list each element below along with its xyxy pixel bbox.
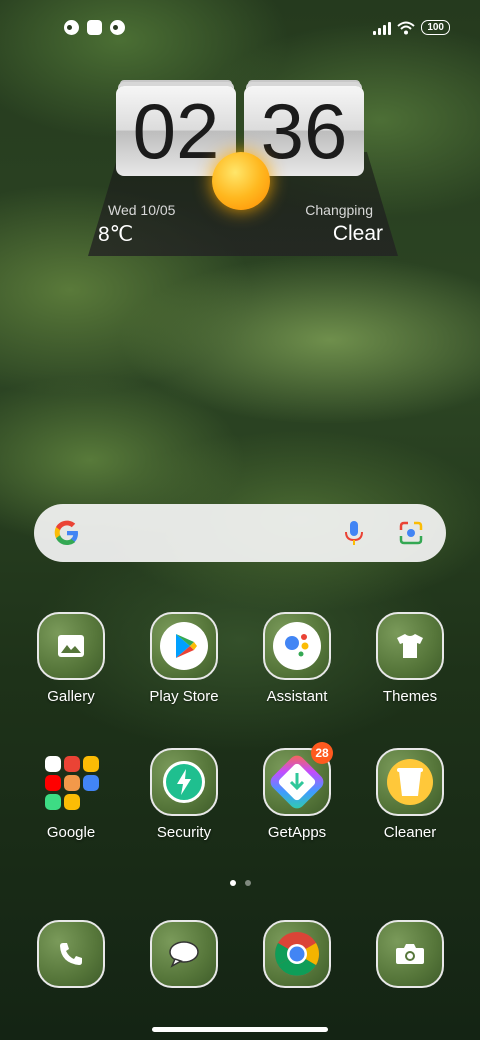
page-dot[interactable]	[244, 880, 251, 886]
tile	[376, 920, 444, 988]
tile	[263, 920, 331, 988]
mini-android-icon	[45, 794, 61, 810]
shield-bolt-icon	[163, 761, 205, 803]
mini-ytmusic-icon	[64, 775, 80, 791]
dock-chrome[interactable]	[247, 920, 347, 988]
mini-drive-icon	[83, 775, 99, 791]
tile	[37, 612, 105, 680]
dock-phone[interactable]	[21, 920, 121, 988]
battery-indicator: 100	[421, 20, 450, 35]
notification-app-icon	[64, 20, 79, 35]
tile	[37, 920, 105, 988]
tile	[150, 612, 218, 680]
clock-weather-widget[interactable]: 02 36 Wed 10/05 Changping 8℃ Clear	[88, 60, 398, 260]
app-label: Google	[46, 824, 96, 841]
widget-condition: Clear	[332, 222, 383, 245]
image-icon	[58, 635, 84, 657]
google-lens-icon[interactable]	[398, 520, 424, 546]
tile	[263, 612, 331, 680]
app-gallery[interactable]: Gallery	[21, 612, 121, 705]
microphone-icon[interactable]	[342, 519, 366, 547]
notification-icons	[64, 20, 125, 35]
app-label: Assistant	[266, 688, 328, 705]
app-themes[interactable]: Themes	[360, 612, 460, 705]
signal-icon	[373, 21, 392, 35]
google-search-bar[interactable]	[34, 504, 446, 562]
app-label: Gallery	[47, 688, 95, 705]
app-play-store[interactable]: Play Store	[134, 612, 234, 705]
down-arrow-icon	[289, 773, 305, 791]
system-icons: 100	[373, 20, 450, 35]
message-icon	[169, 941, 199, 968]
app-label: Themes	[382, 688, 438, 705]
page-indicator[interactable]	[0, 880, 480, 886]
cup-icon	[387, 759, 433, 805]
dock-camera[interactable]	[360, 920, 460, 988]
wifi-icon	[397, 21, 415, 34]
widget-date: Wed 10/05	[108, 202, 176, 218]
app-label: GetApps	[267, 824, 327, 841]
tile	[150, 748, 218, 816]
app-label: Cleaner	[383, 824, 437, 841]
app-label: Security	[156, 824, 212, 841]
mini-maps-icon	[83, 756, 99, 772]
assistant-icon	[273, 622, 321, 670]
tshirt-icon	[397, 634, 423, 658]
chrome-icon	[275, 932, 319, 976]
dock-messages[interactable]	[134, 920, 234, 988]
widget-temperature: 8℃	[98, 223, 134, 246]
notification-app-icon-2	[110, 20, 125, 35]
mini-photos-icon	[64, 794, 80, 810]
tile: 28	[263, 742, 333, 816]
tile	[150, 920, 218, 988]
tile	[376, 612, 444, 680]
sun-weather-icon	[212, 152, 270, 210]
app-assistant[interactable]: Assistant	[247, 612, 347, 705]
app-cleaner[interactable]: Cleaner	[360, 748, 460, 841]
status-bar: 100	[0, 14, 480, 42]
widget-city: Changping	[305, 202, 373, 218]
notification-square-icon	[87, 20, 102, 35]
tile	[376, 748, 444, 816]
app-security[interactable]: Security	[134, 748, 234, 841]
home-gesture-bar[interactable]	[152, 1027, 328, 1032]
mini-google-icon	[45, 756, 61, 772]
app-getapps[interactable]: 28 GetApps	[247, 742, 347, 841]
camera-icon	[396, 944, 424, 964]
phone-icon	[60, 943, 82, 965]
mini-gmail-icon	[64, 756, 80, 772]
folder-icon	[37, 748, 105, 816]
mini-youtube-icon	[45, 775, 61, 791]
notification-badge: 28	[311, 742, 333, 764]
app-folder-google[interactable]: Google	[21, 748, 121, 841]
app-label: Play Store	[149, 688, 219, 705]
page-dot-active[interactable]	[229, 880, 236, 886]
google-logo-icon	[54, 520, 78, 545]
play-store-icon	[160, 622, 208, 670]
